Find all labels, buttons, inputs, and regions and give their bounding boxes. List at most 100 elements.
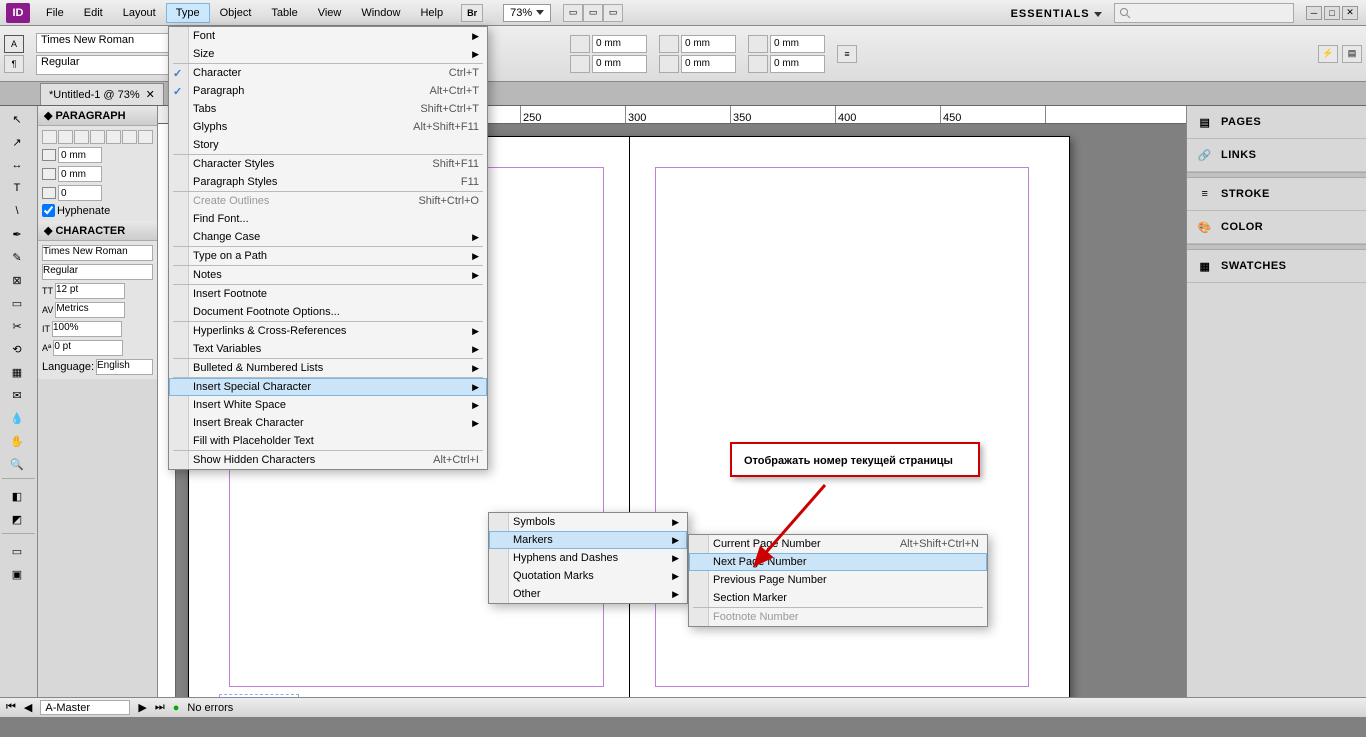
menu-window[interactable]: Window xyxy=(351,3,410,23)
char-format-icon[interactable]: A xyxy=(4,35,24,53)
indent-input[interactable] xyxy=(592,55,647,73)
type-menu-item-insert-break-character[interactable]: Insert Break Character▶ xyxy=(169,414,487,432)
font-size-input[interactable]: 12 pt xyxy=(55,283,125,299)
note-tool[interactable]: ✉ xyxy=(2,384,32,406)
zoom-tool[interactable]: 🔍 xyxy=(2,453,32,475)
language-select[interactable]: English xyxy=(96,359,153,375)
left-indent-input[interactable] xyxy=(58,147,102,163)
type-menu-item-font[interactable]: Font▶ xyxy=(169,27,487,45)
text-frame[interactable] xyxy=(219,694,299,697)
hand-tool[interactable]: ✋ xyxy=(2,430,32,452)
hyphenate-checkbox[interactable]: Hyphenate xyxy=(42,204,153,217)
preview-mode-tool[interactable]: ▣ xyxy=(2,563,32,585)
panel-pages[interactable]: ▤PAGES xyxy=(1187,106,1366,139)
selection-tool[interactable]: ↖ xyxy=(2,108,32,130)
gap-tool[interactable]: ↔ xyxy=(2,154,32,176)
first-line-indent-input[interactable] xyxy=(58,166,102,182)
arrange-icon[interactable]: ▭ xyxy=(603,4,623,22)
type-tool[interactable]: T xyxy=(2,177,32,199)
type-menu-item-bulleted-numbered-lists[interactable]: Bulleted & Numbered Lists▶ xyxy=(169,359,487,377)
type-menu-item-character[interactable]: ✓CharacterCtrl+T xyxy=(169,64,487,82)
type-menu-item-insert-footnote[interactable]: Insert Footnote xyxy=(169,285,487,303)
type-menu-item-fill-with-placeholder-text[interactable]: Fill with Placeholder Text xyxy=(169,432,487,450)
menu-object[interactable]: Object xyxy=(210,3,262,23)
maximize-button[interactable]: □ xyxy=(1324,6,1340,20)
type-menu-item-glyphs[interactable]: GlyphsAlt+Shift+F11 xyxy=(169,118,487,136)
char-style-select[interactable]: Regular xyxy=(42,264,153,280)
type-menu-item-paragraph[interactable]: ✓ParagraphAlt+Ctrl+T xyxy=(169,82,487,100)
baseline-input[interactable]: 0 pt xyxy=(53,340,123,356)
align-center-button[interactable] xyxy=(58,130,73,144)
indent-input[interactable] xyxy=(770,35,825,53)
screen-mode-icon[interactable]: ▭ xyxy=(583,4,603,22)
type-menu-item-text-variables[interactable]: Text Variables▶ xyxy=(169,340,487,358)
align-left-button[interactable] xyxy=(42,130,57,144)
para-format-icon[interactable]: ¶ xyxy=(4,55,24,73)
document-tab[interactable]: *Untitled-1 @ 73% ✕ xyxy=(40,83,164,105)
panel-stroke[interactable]: ≡STROKE xyxy=(1187,178,1366,211)
gradient-tool[interactable]: ▦ xyxy=(2,361,32,383)
type-menu-item-size[interactable]: Size▶ xyxy=(169,45,487,63)
default-fillstroke-tool[interactable]: ◩ xyxy=(2,508,32,530)
pen-tool[interactable]: ✒ xyxy=(2,223,32,245)
paragraph-panel-header[interactable]: ◆ PARAGRAPH xyxy=(38,106,157,126)
menu-type[interactable]: Type xyxy=(166,3,210,23)
page-select[interactable]: A-Master xyxy=(40,700,130,715)
type-menu-item-find-font-[interactable]: Find Font... xyxy=(169,210,487,228)
rectangle-frame-tool[interactable]: ⊠ xyxy=(2,269,32,291)
view-mode-tool[interactable]: ▭ xyxy=(2,540,32,562)
zoom-level[interactable]: 73% xyxy=(503,4,551,22)
markers-item-previous-page-number[interactable]: Previous Page Number xyxy=(689,571,987,589)
justify-center-button[interactable] xyxy=(106,130,121,144)
rectangle-tool[interactable]: ▭ xyxy=(2,292,32,314)
vscale-input[interactable]: 100% xyxy=(52,321,122,337)
type-menu-item-insert-special-character[interactable]: Insert Special Character▶ xyxy=(169,378,487,396)
char-font-select[interactable]: Times New Roman xyxy=(42,245,153,261)
close-icon[interactable]: ✕ xyxy=(146,88,155,101)
panel-swatches[interactable]: ▦SWATCHES xyxy=(1187,250,1366,283)
close-button[interactable]: ✕ xyxy=(1342,6,1358,20)
indent-input[interactable] xyxy=(592,35,647,53)
special-char-item-symbols[interactable]: Symbols▶ xyxy=(489,513,687,531)
type-menu-item-tabs[interactable]: TabsShift+Ctrl+T xyxy=(169,100,487,118)
justify-left-button[interactable] xyxy=(90,130,105,144)
page-nav-prev-icon[interactable]: ◀ xyxy=(24,701,32,714)
page-nav-last-icon[interactable]: ⏭ xyxy=(155,701,165,714)
direct-selection-tool[interactable]: ↗ xyxy=(2,131,32,153)
view-mode-icon[interactable]: ▭ xyxy=(563,4,583,22)
special-char-item-markers[interactable]: Markers▶ xyxy=(489,531,687,549)
indent-input[interactable] xyxy=(681,55,736,73)
type-menu-item-document-footnote-options-[interactable]: Document Footnote Options... xyxy=(169,303,487,321)
preflight-status[interactable]: No errors xyxy=(187,702,233,714)
type-menu-item-character-styles[interactable]: Character StylesShift+F11 xyxy=(169,155,487,173)
indent-input[interactable] xyxy=(681,35,736,53)
type-menu-item-insert-white-space[interactable]: Insert White Space▶ xyxy=(169,396,487,414)
type-menu-item-paragraph-styles[interactable]: Paragraph StylesF11 xyxy=(169,173,487,191)
search-input[interactable] xyxy=(1114,3,1294,23)
special-char-item-hyphens-and-dashes[interactable]: Hyphens and Dashes▶ xyxy=(489,549,687,567)
eyedropper-tool[interactable]: 💧 xyxy=(2,407,32,429)
minimize-button[interactable]: ─ xyxy=(1306,6,1322,20)
type-menu-item-type-on-a-path[interactable]: Type on a Path▶ xyxy=(169,247,487,265)
justify-right-button[interactable] xyxy=(122,130,137,144)
menu-layout[interactable]: Layout xyxy=(113,3,166,23)
character-panel-header[interactable]: ◆ CHARACTER xyxy=(38,221,157,241)
kerning-select[interactable]: Metrics xyxy=(55,302,125,318)
special-char-item-other[interactable]: Other▶ xyxy=(489,585,687,603)
space-before-input[interactable] xyxy=(58,185,102,201)
type-menu-item-story[interactable]: Story xyxy=(169,136,487,154)
panel-links[interactable]: 🔗LINKS xyxy=(1187,139,1366,172)
bridge-icon[interactable]: Br xyxy=(461,4,483,22)
indent-input[interactable] xyxy=(770,55,825,73)
type-menu-item-change-case[interactable]: Change Case▶ xyxy=(169,228,487,246)
scissors-tool[interactable]: ✂ xyxy=(2,315,32,337)
align-right-button[interactable] xyxy=(74,130,89,144)
menu-help[interactable]: Help xyxy=(410,3,453,23)
page-nav-next-icon[interactable]: ▶ xyxy=(138,701,146,714)
hyphenate-input[interactable] xyxy=(42,204,55,217)
panel-color[interactable]: 🎨COLOR xyxy=(1187,211,1366,244)
panel-menu-icon[interactable]: ▤ xyxy=(1342,45,1362,63)
type-menu-item-notes[interactable]: Notes▶ xyxy=(169,266,487,284)
fill-stroke-tool[interactable]: ◧ xyxy=(2,485,32,507)
menu-view[interactable]: View xyxy=(308,3,352,23)
